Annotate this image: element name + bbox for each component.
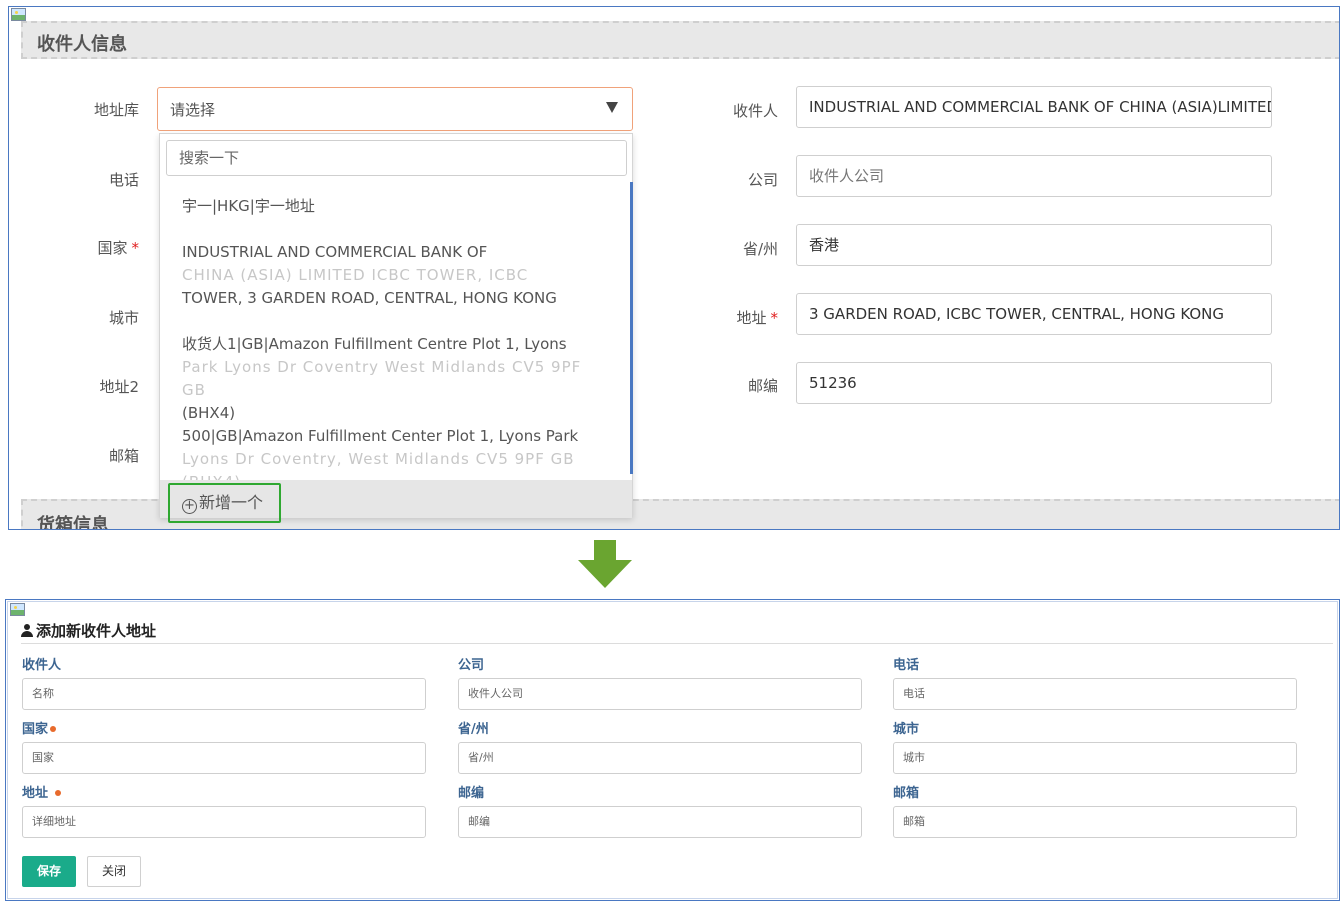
modal-phone-label: 电话: [893, 658, 920, 673]
down-arrow-icon: [594, 540, 616, 560]
address2-label: 地址2: [99, 378, 139, 396]
add-recipient-modal-screenshot: 添加新收件人地址 收件人 公司 电话 名称 收件人公司 电话 国家 省/州 城市…: [5, 599, 1340, 901]
recipient-section-title: 收件人信息: [37, 34, 127, 55]
user-icon: [21, 624, 33, 637]
image-icon: [10, 603, 25, 616]
modal-title: 添加新收件人地址: [21, 620, 156, 641]
modal-province-input[interactable]: 省/州: [458, 742, 862, 774]
modal-phone-input[interactable]: 电话: [893, 678, 1297, 710]
dropdown-search-input[interactable]: 搜索一下: [166, 140, 627, 176]
modal-address-label: 地址: [22, 782, 61, 801]
dropdown-footer: + 新增一个: [160, 480, 632, 523]
close-button[interactable]: 关闭: [87, 856, 141, 887]
modal-postcode-label: 邮编: [458, 786, 485, 801]
address-input[interactable]: 3 GARDEN ROAD, ICBC TOWER, CENTRAL, HONG…: [796, 293, 1272, 335]
address-dropdown: 搜索一下 宇一|HKG|宇一地址 INDUSTRIAL AND COMMERCI…: [159, 133, 633, 523]
required-dot: [54, 790, 61, 796]
modal-divider: [21, 643, 1333, 644]
country-label: 国家 *: [97, 239, 139, 257]
recipient-label: 收件人: [732, 102, 778, 120]
modal-country-input[interactable]: 国家: [22, 742, 426, 774]
recipient-form-screenshot: 收件人信息 地址库 电话 国家 * 城市 地址2 邮箱 请选择 收件人 公司 省/…: [8, 6, 1340, 530]
select-value: 请选择: [170, 101, 216, 119]
image-icon: [11, 8, 26, 21]
modal-province-label: 省/州: [458, 722, 489, 737]
city-label: 城市: [108, 309, 139, 327]
modal-address-input[interactable]: 详细地址: [22, 806, 426, 838]
add-new-address-button[interactable]: + 新增一个: [168, 483, 281, 523]
dropdown-option[interactable]: 宇一|HKG|宇一地址: [182, 195, 602, 218]
province-label: 省/州: [742, 240, 778, 258]
cargo-section-title: 货箱信息: [37, 515, 109, 530]
required-dot: [50, 726, 57, 732]
modal-email-input[interactable]: 邮箱: [893, 806, 1297, 838]
modal-email-label: 邮箱: [893, 786, 920, 801]
address-label: 地址 *: [736, 309, 778, 327]
caret-down-icon[interactable]: [606, 102, 618, 113]
company-input[interactable]: 收件人公司: [796, 155, 1272, 197]
modal-recipient-label: 收件人: [22, 658, 62, 673]
province-input[interactable]: 香港: [796, 224, 1272, 266]
company-label: 公司: [747, 171, 778, 189]
down-arrow-head-icon: [578, 560, 632, 588]
modal-frame: 添加新收件人地址 收件人 公司 电话 名称 收件人公司 电话 国家 省/州 城市…: [7, 601, 1338, 899]
modal-city-input[interactable]: 城市: [893, 742, 1297, 774]
phone-label: 电话: [108, 171, 139, 189]
modal-company-label: 公司: [458, 658, 485, 673]
dropdown-scrollbar[interactable]: [630, 182, 633, 474]
modal-country-label: 国家: [22, 718, 57, 737]
modal-company-input[interactable]: 收件人公司: [458, 678, 862, 710]
recipient-input[interactable]: INDUSTRIAL AND COMMERCIAL BANK OF CHINA …: [796, 86, 1272, 128]
modal-postcode-input[interactable]: 邮编: [458, 806, 862, 838]
plus-circle-icon: +: [182, 499, 197, 514]
modal-recipient-input[interactable]: 名称: [22, 678, 426, 710]
dropdown-option[interactable]: INDUSTRIAL AND COMMERCIAL BANK OF CHINA …: [182, 241, 602, 310]
dropdown-option[interactable]: 收货人1|GB|Amazon Fulfillment Centre Plot 1…: [182, 333, 602, 425]
postcode-input[interactable]: 51236: [796, 362, 1272, 404]
postcode-label: 邮编: [747, 377, 778, 395]
recipient-section-header: 收件人信息: [21, 21, 1339, 59]
address-book-label: 地址库: [93, 101, 139, 119]
modal-city-label: 城市: [893, 722, 920, 737]
address-book-select[interactable]: 请选择: [157, 87, 633, 131]
email-label: 邮箱: [108, 447, 139, 465]
save-button[interactable]: 保存: [22, 856, 76, 887]
